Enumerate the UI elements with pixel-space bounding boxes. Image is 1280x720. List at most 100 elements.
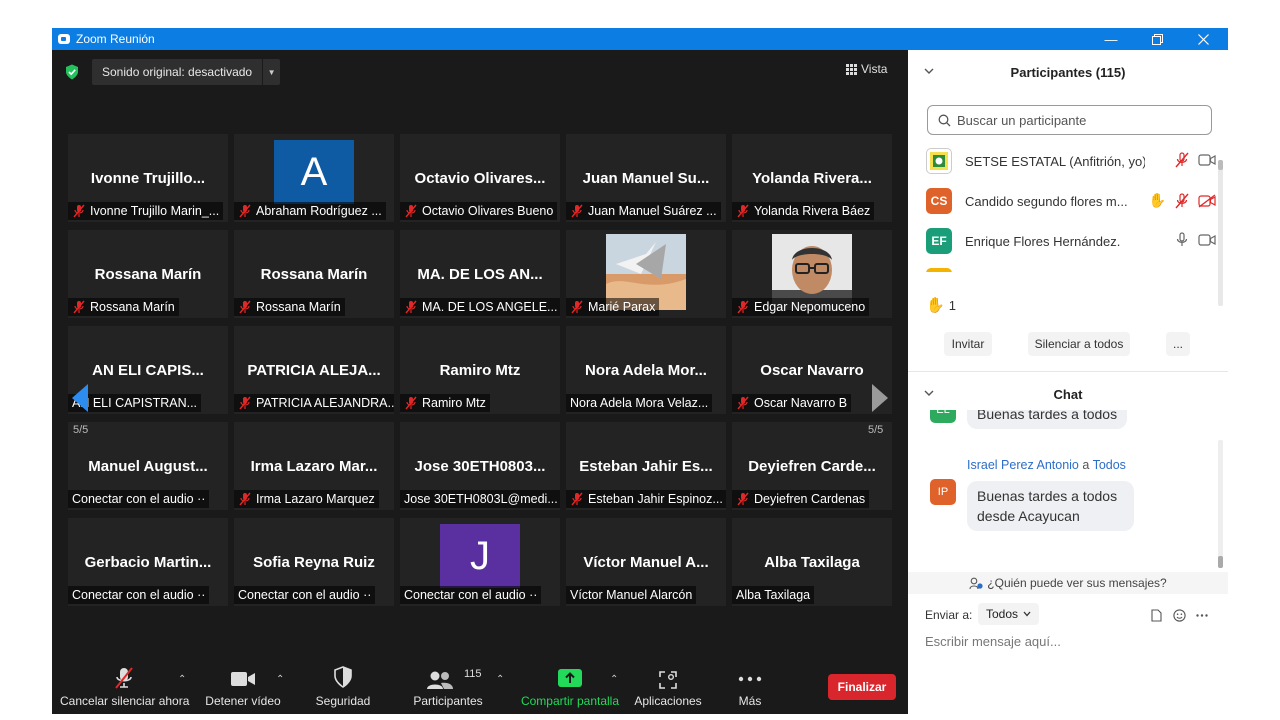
participant-name-label: Rossana Marín — [68, 298, 179, 316]
participant-display-name: Juan Manuel Su... — [582, 170, 710, 187]
participant-name-label: Yolanda Rivera Báez — [732, 202, 875, 220]
participants-button[interactable]: 115 Participantes — [406, 656, 490, 714]
participant-tile[interactable]: Víctor Manuel A... Víctor Manuel Alarcón — [566, 518, 726, 606]
minimize-button[interactable]: — — [1088, 28, 1134, 50]
participant-search-box[interactable] — [927, 105, 1212, 135]
participant-display-name: Nora Adela Mor... — [585, 362, 707, 379]
emoji-icon[interactable] — [1173, 609, 1186, 622]
participant-tile[interactable]: A Abraham Rodríguez ... — [234, 134, 394, 222]
participant-tile[interactable]: Rossana Marín Rossana Marín — [68, 230, 228, 318]
participant-name-label: Irma Lazaro Marquez — [234, 490, 379, 508]
view-button[interactable]: Vista — [846, 62, 887, 76]
participant-display-name: Yolanda Rivera... — [752, 170, 872, 187]
muted-mic-icon — [73, 300, 85, 314]
participant-name-label: Octavio Olivares Bueno — [400, 202, 558, 220]
shield-check-icon[interactable] — [65, 64, 79, 80]
send-to-select[interactable]: Todos — [978, 603, 1040, 625]
participant-tile[interactable]: Irma Lazaro Mar... Irma Lazaro Marquez — [234, 422, 394, 510]
muted-mic-icon — [571, 300, 583, 314]
file-icon[interactable] — [1151, 609, 1162, 622]
participant-display-name: Octavio Olivares... — [414, 170, 546, 187]
participant-tile[interactable]: PATRICIA ALEJA... PATRICIA ALEJANDRA... — [234, 326, 394, 414]
original-sound-toggle[interactable]: Sonido original: desactivado ▼ — [92, 59, 281, 85]
participant-display-name: PATRICIA ALEJA... — [247, 362, 381, 379]
collapse-chat-chevron-icon[interactable] — [924, 388, 934, 398]
end-meeting-button[interactable]: Finalizar — [828, 674, 896, 700]
participants-label: Participantes — [413, 694, 483, 708]
who-can-see-label: ¿Quién puede ver sus mensajes? — [987, 576, 1167, 590]
video-options-caret-icon[interactable]: ⌃ — [276, 674, 284, 685]
participant-tile[interactable]: Octavio Olivares... Octavio Olivares Buen… — [400, 134, 560, 222]
next-page-arrow-icon[interactable] — [870, 378, 890, 418]
participant-tile[interactable]: Juan Manuel Su... Juan Manuel Suárez ... — [566, 134, 726, 222]
participant-row[interactable]: SETSE ESTATAL (Anfitrión, yo) — [926, 146, 1216, 176]
participant-search-input[interactable] — [957, 112, 1197, 128]
muted-mic-icon — [737, 396, 749, 410]
participant-row[interactable]: EF Enrique Flores Hernández. — [926, 226, 1216, 256]
close-button[interactable] — [1180, 28, 1226, 50]
sender-avatar: EL — [930, 410, 956, 423]
invite-button[interactable]: Invitar — [944, 332, 992, 356]
participant-tile[interactable]: Oscar Navarro Oscar Navarro B — [732, 326, 892, 414]
who-can-see-link[interactable]: ¿Quién puede ver sus mensajes? — [908, 572, 1228, 594]
participant-name-label: MA. DE LOS ANGELE... — [400, 298, 560, 316]
participant-tile[interactable]: Yolanda Rivera... Yolanda Rivera Báez — [732, 134, 892, 222]
participant-tile[interactable]: Rossana Marín Rossana Marín — [234, 230, 394, 318]
share-options-caret-icon[interactable]: ⌃ — [610, 674, 618, 685]
apps-button[interactable]: Aplicaciones — [630, 656, 706, 714]
participant-tile[interactable]: AN ELI CAPIS... AN ELI CAPISTRAN... — [68, 326, 228, 414]
participant-tile[interactable]: MA. DE LOS AN... MA. DE LOS ANGELE... — [400, 230, 560, 318]
participant-list-scrollbar[interactable] — [1218, 160, 1223, 306]
muted-mic-icon — [405, 204, 417, 218]
message-composer — [925, 634, 1215, 649]
chevron-down-icon[interactable]: ▼ — [262, 59, 280, 85]
video-camera-icon[interactable] — [1198, 153, 1216, 167]
message-input[interactable] — [925, 634, 1215, 649]
participants-header: Participantes (115) — [908, 50, 1228, 94]
participant-tile[interactable]: Edgar Nepomuceno — [732, 230, 892, 318]
mute-all-button[interactable]: Silenciar a todos — [1028, 332, 1130, 356]
participant-tile[interactable]: Alba Taxilaga Alba Taxilaga — [732, 518, 892, 606]
participant-name-label: Edgar Nepomuceno — [732, 298, 870, 316]
participants-options-caret-icon[interactable]: ⌃ — [496, 674, 504, 685]
audio-options-caret-icon[interactable]: ⌃ — [178, 674, 186, 685]
security-shield-icon — [334, 666, 352, 688]
participant-list: SETSE ESTATAL (Anfitrión, yo) CS Candido s… — [908, 140, 1220, 272]
collapse-chevron-icon[interactable] — [924, 66, 934, 76]
more-options-icon[interactable] — [1196, 614, 1208, 617]
participant-row[interactable]: CS Candido segundo flores m... ✋ — [926, 186, 1216, 216]
participant-tile[interactable]: Nora Adela Mor... Nora Adela Mora Velaz..… — [566, 326, 726, 414]
unmute-label: Cancelar silenciar ahora — [60, 694, 190, 708]
participant-tile[interactable]: Ivonne Trujillo... Ivonne Trujillo Marin_… — [68, 134, 228, 222]
participant-name-label: Ivonne Trujillo Marin_... — [68, 202, 224, 220]
video-off-icon[interactable] — [1198, 193, 1216, 208]
microphone-icon[interactable] — [1174, 232, 1190, 248]
participant-name: Enrique Flores Hernández. — [965, 233, 1121, 249]
unmute-button[interactable]: Cancelar silenciar ahora — [60, 656, 190, 714]
muted-mic-icon — [405, 300, 417, 314]
previous-page-arrow-icon[interactable] — [70, 378, 90, 418]
restore-button[interactable] — [1134, 28, 1180, 50]
video-camera-icon[interactable] — [1198, 233, 1216, 247]
participant-status-icons: ✋ — [1149, 192, 1216, 209]
page-indicator-left: 5/5 — [73, 424, 89, 436]
muted-mic-icon[interactable] — [1174, 192, 1190, 209]
share-screen-button[interactable]: Compartir pantalla — [516, 656, 624, 714]
stop-video-button[interactable]: Detener vídeo — [198, 656, 288, 714]
chat-scrollbar[interactable] — [1218, 440, 1223, 568]
participant-row[interactable]: FAFructuoso José Núñez Robles — [926, 266, 1216, 272]
more-button[interactable]: Más — [720, 656, 780, 714]
message-sender: Israel Perez Antonio a Todos — [967, 458, 1126, 472]
participants-more-button[interactable]: ... — [1166, 332, 1190, 356]
participant-tile[interactable]: Manuel August... Conectar con el audio ·· — [68, 422, 228, 510]
participant-tile[interactable]: Esteban Jahir Es... Esteban Jahir Espinoz… — [566, 422, 726, 510]
original-sound-label: Sonido original: desactivado — [102, 65, 253, 79]
security-button[interactable]: Seguridad — [304, 656, 382, 714]
participant-tile[interactable]: Marié Parax — [566, 230, 726, 318]
muted-mic-icon[interactable] — [1174, 152, 1190, 168]
participant-tile[interactable]: Ramiro Mtz Ramiro Mtz — [400, 326, 560, 414]
participant-tile[interactable]: Jose 30ETH0803... Jose 30ETH0803L@medi... — [400, 422, 560, 510]
participant-tile[interactable]: Sofia Reyna Ruiz Conectar con el audio ·· — [234, 518, 394, 606]
participant-tile[interactable]: Gerbacio Martin... Conectar con el audio … — [68, 518, 228, 606]
participant-tile[interactable]: J Conectar con el audio ·· — [400, 518, 560, 606]
